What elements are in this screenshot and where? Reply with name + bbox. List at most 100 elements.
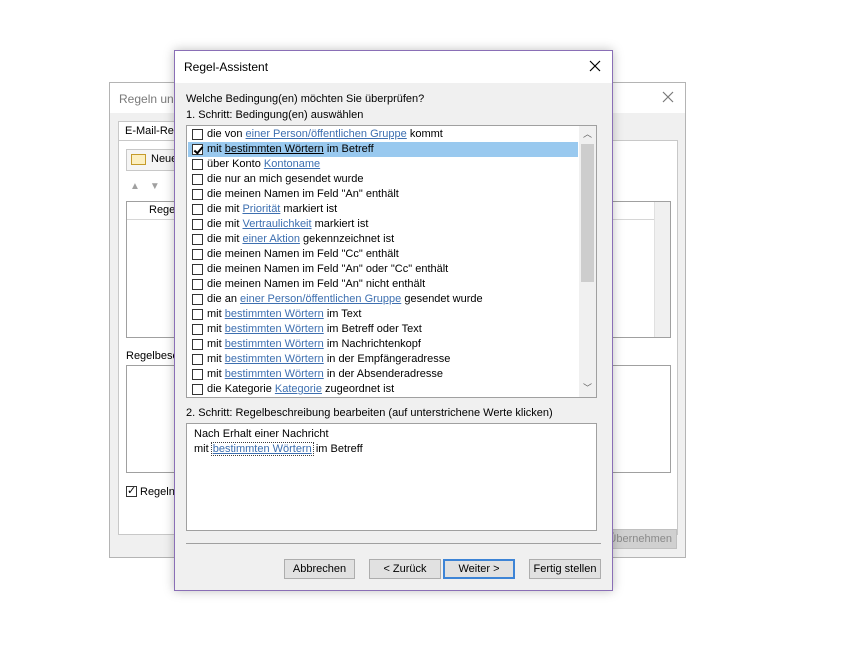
condition-checkbox[interactable] [192,339,203,350]
condition-checkbox[interactable] [192,129,203,140]
condition-link[interactable]: bestimmten Wörtern [225,308,324,320]
condition-link[interactable]: Priorität [242,203,280,215]
apply-button[interactable]: Übernehmen [607,529,677,549]
condition-item[interactable]: die mit Priorität markiert ist [188,202,578,217]
condition-item[interactable]: die nur an mich gesendet wurde [188,172,578,187]
condition-item[interactable]: mit bestimmten Wörtern im Betreff [188,142,578,157]
next-button[interactable]: Weiter > [443,559,515,579]
condition-checkbox[interactable] [192,264,203,275]
condition-checkbox[interactable] [192,174,203,185]
step1-label: 1. Schritt: Bedingung(en) auswählen [186,109,364,121]
scroll-up-icon[interactable]: ︿ [579,126,596,143]
condition-text: mit [207,338,225,350]
condition-text-end: markiert ist [311,218,369,230]
condition-link[interactable]: bestimmten Wörtern [225,338,324,350]
condition-checkbox[interactable] [192,189,203,200]
condition-checkbox[interactable] [192,294,203,305]
condition-text: mit [207,323,225,335]
condition-text: die Kategorie [207,383,275,395]
condition-item[interactable]: die meinen Namen im Feld "An" enthält [188,187,578,202]
condition-checkbox[interactable] [192,144,203,155]
condition-checkbox[interactable] [192,309,203,320]
condition-checkbox[interactable] [192,369,203,380]
condition-item[interactable]: mit bestimmten Wörtern im Nachrichtenkop… [188,337,578,352]
condition-checkbox[interactable] [192,354,203,365]
condition-text-end: in der Absenderadresse [323,368,444,380]
cancel-button[interactable]: Abbrechen [284,559,355,579]
condition-text: die mit [207,203,243,215]
separator [186,543,601,544]
condition-link[interactable]: Kategorie [275,383,322,395]
condition-item[interactable]: über Konto Kontoname [188,157,578,172]
condition-item[interactable]: die meinen Namen im Feld "An" nicht enth… [188,277,578,292]
step2-label: 2. Schritt: Regelbeschreibung bearbeiten… [186,407,553,419]
condition-item[interactable]: die von einer Person/öffentlichen Gruppe… [188,127,578,142]
arrow-up-icon[interactable]: ▲ [130,181,150,192]
condition-item[interactable]: die meinen Namen im Feld "An" oder "Cc" … [188,262,578,277]
condition-link[interactable]: bestimmten Wörtern [225,143,324,155]
condition-item[interactable]: mit bestimmten Wörtern in der Absenderad… [188,367,578,382]
scroll-thumb[interactable] [581,144,594,282]
wizard-titlebar: Regel-Assistent [175,51,612,83]
condition-link[interactable]: Vertraulichkeit [242,218,311,230]
condition-link[interactable]: einer Person/öffentlichen Gruppe [246,128,407,140]
condition-text-end: im Betreff [323,143,374,155]
condition-text: mit [207,368,225,380]
condition-text: die meinen Namen im Feld "An" oder "Cc" … [207,263,449,275]
condition-text: die meinen Namen im Feld "Cc" enthält [207,248,399,260]
scroll-down-icon[interactable]: ﹀ [579,380,596,397]
rule-description-label: Regelbeschreibung [126,350,176,362]
condition-text: die mit [207,218,243,230]
condition-item[interactable]: die Kategorie Kategorie zugeordnet ist [188,382,578,397]
condition-checkbox[interactable] [192,204,203,215]
condition-item[interactable]: mit bestimmten Wörtern in der Empfängera… [188,352,578,367]
arrow-down-icon[interactable]: ▼ [150,181,170,192]
finish-button[interactable]: Fertig stellen [529,559,601,579]
condition-checkbox[interactable] [192,159,203,170]
condition-text-end: in der Empfängeradresse [323,353,451,365]
condition-link[interactable]: bestimmten Wörtern [225,368,324,380]
rules-checkbox[interactable]: Regeln [126,486,178,498]
condition-text: mit [207,308,225,320]
condition-link[interactable]: bestimmten Wörtern [225,323,324,335]
condition-checkbox[interactable] [192,234,203,245]
condition-text: mit [207,143,225,155]
condition-link[interactable]: einer Aktion [242,233,299,245]
condition-item[interactable]: die an einer Person/öffentlichen Gruppe … [188,292,578,307]
condition-checkbox[interactable] [192,219,203,230]
condition-text: die an [207,293,241,305]
condition-checkbox[interactable] [192,384,203,395]
description-words-link[interactable]: bestimmten Wörtern [210,442,314,456]
description-pre: mit [194,443,212,455]
back-button[interactable]: < Zurück [369,559,441,579]
tab-email-rules[interactable]: E-Mail-Regeln [118,121,178,141]
condition-checkbox[interactable] [192,279,203,290]
condition-link[interactable]: Kontoname [264,158,320,170]
description-line-1: Nach Erhalt einer Nachricht [194,428,329,440]
condition-item[interactable]: die mit einer Aktion gekennzeichnet ist [188,232,578,247]
conditions-list[interactable]: die von einer Person/öffentlichen Gruppe… [186,125,597,398]
condition-item[interactable]: die mit Vertraulichkeit markiert ist [188,217,578,232]
condition-text-end: im Nachrichtenkopf [323,338,421,350]
rule-description-editor: Nach Erhalt einer Nachricht mit bestimmt… [186,423,597,531]
conditions-scrollbar[interactable]: ︿ ﹀ [579,126,596,397]
condition-item[interactable]: die meinen Namen im Feld "Cc" enthält [188,247,578,262]
condition-link[interactable]: bestimmten Wörtern [225,353,324,365]
close-icon[interactable] [659,88,677,106]
rules-list-scrollbar[interactable] [654,202,670,337]
condition-item[interactable]: mit bestimmten Wörtern im Betreff oder T… [188,322,578,337]
condition-text: die meinen Namen im Feld "An" enthält [207,188,399,200]
close-icon[interactable] [586,57,604,75]
condition-link[interactable]: einer Person/öffentlichen Gruppe [240,293,401,305]
condition-item[interactable]: mit bestimmten Wörtern im Text [188,307,578,322]
rules-checkbox-label: Regeln [140,486,175,498]
move-arrows: ▲▼ [130,181,170,192]
condition-checkbox[interactable] [192,249,203,260]
condition-checkbox[interactable] [192,324,203,335]
condition-text: die meinen Namen im Feld "An" nicht enth… [207,278,426,290]
description-line-2: mit bestimmten Wörtern im Betreff [194,442,589,457]
condition-text: die nur an mich gesendet wurde [207,173,364,185]
checkbox-checked-icon[interactable] [126,486,137,497]
condition-text: die von [207,128,246,140]
condition-text-end: kommt [406,128,443,140]
